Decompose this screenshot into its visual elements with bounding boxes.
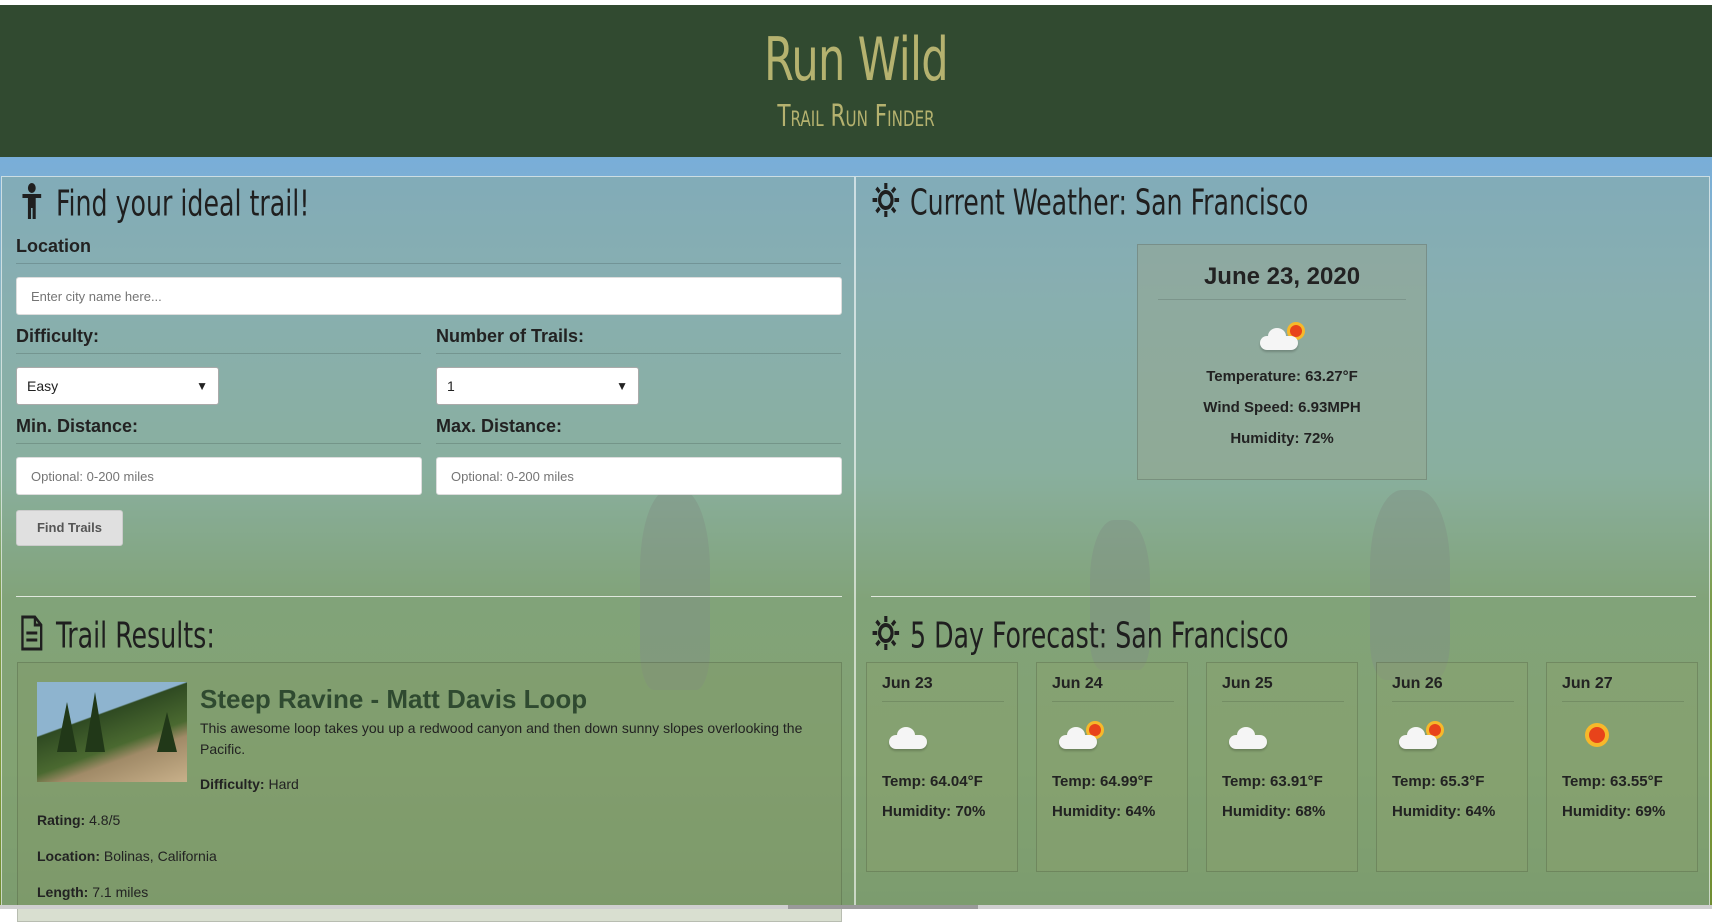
forecast-temp: Temp: 65.3°F: [1392, 773, 1485, 790]
forecast-day: Jun 25: [1222, 675, 1344, 702]
chevron-down-icon: ▼: [196, 379, 208, 393]
forecast-temp: Temp: 64.99°F: [1052, 773, 1153, 790]
forecast-humidity: Humidity: 69%: [1562, 803, 1666, 820]
weather-wind: Wind Speed: 6.93MPH: [1203, 399, 1361, 416]
trail-length: Length: 7.1 miles: [37, 884, 148, 900]
current-weather-card: June 23, 2020 Temperature: 63.27°F Wind …: [1137, 244, 1427, 480]
search-section-label: Find your ideal trail!: [56, 183, 310, 225]
scrollbar-thumb[interactable]: [788, 905, 978, 909]
site-title: Run Wild: [763, 25, 949, 95]
forecast-card: Jun 23 Temp: 64.04°F Humidity: 70%: [866, 662, 1018, 872]
partly-cloudy-icon: [1260, 322, 1304, 350]
length-key: Length:: [37, 884, 89, 900]
num-trails-value: 1: [447, 378, 455, 394]
forecast-card: Jun 26 Temp: 65.3°F Humidity: 64%: [1376, 662, 1528, 872]
partly-cloudy-icon: [1399, 721, 1443, 749]
forecast-temp: Temp: 64.04°F: [882, 773, 983, 790]
top-border: [0, 0, 1712, 5]
difficulty-select[interactable]: Easy ▼: [16, 367, 219, 405]
rating-key: Rating:: [37, 812, 86, 828]
weather-date: June 23, 2020: [1158, 263, 1406, 300]
cloud-icon: [1229, 721, 1273, 749]
location-key: Location:: [37, 848, 100, 864]
forecast-humidity: Humidity: 64%: [1052, 803, 1156, 820]
forecast-humidity: Humidity: 64%: [1392, 803, 1496, 820]
weather-section-label: Current Weather: San Francisco: [910, 182, 1309, 224]
difficulty-value: Hard: [268, 776, 299, 792]
divider: [871, 596, 1696, 597]
trail-photo: [37, 682, 187, 782]
divider: [16, 596, 842, 597]
forecast-day: Jun 24: [1052, 675, 1174, 702]
site-header: Run Wild Trail Run Finder: [0, 5, 1712, 157]
difficulty-key: Difficulty:: [200, 776, 265, 792]
chevron-down-icon: ▼: [616, 379, 628, 393]
forecast-card: Jun 24 Temp: 64.99°F Humidity: 64%: [1036, 662, 1188, 872]
forecast-day: Jun 23: [882, 675, 1004, 702]
length-value: 7.1 miles: [92, 884, 149, 900]
rating-value: 4.8/5: [89, 812, 121, 828]
forecast-card: Jun 27 Temp: 63.55°F Humidity: 69%: [1546, 662, 1698, 872]
difficulty-value: Easy: [27, 378, 59, 394]
forecast-section-label: 5 Day Forecast: San Francisco: [910, 615, 1289, 657]
forecast-temp: Temp: 63.55°F: [1562, 773, 1663, 790]
trail-rating: Rating: 4.8/5: [37, 812, 120, 828]
weather-section-title: Current Weather: San Francisco: [871, 182, 1308, 227]
location-input[interactable]: [16, 277, 842, 315]
min-distance-input[interactable]: [16, 457, 422, 495]
find-trails-button[interactable]: Find Trails: [16, 510, 123, 546]
max-distance-input[interactable]: [436, 457, 842, 495]
min-distance-label: Min. Distance:: [16, 416, 421, 444]
results-section-label: Trail Results:: [56, 615, 215, 657]
weather-humidity: Humidity: 72%: [1230, 430, 1334, 447]
child-icon: [17, 182, 47, 229]
results-section-title: Trail Results:: [17, 615, 215, 660]
file-text-icon: [17, 615, 47, 660]
forecast-temp: Temp: 63.91°F: [1222, 773, 1323, 790]
forecast-card: Jun 25 Temp: 63.91°F Humidity: 68%: [1206, 662, 1358, 872]
sun-icon: [871, 182, 901, 227]
site-subtitle: Trail Run Finder: [777, 99, 935, 134]
num-trails-select[interactable]: 1 ▼: [436, 367, 639, 405]
num-trails-label: Number of Trails:: [436, 326, 841, 354]
forecast-section-title: 5 Day Forecast: San Francisco: [871, 615, 1289, 660]
search-section-title: Find your ideal trail!: [17, 182, 309, 229]
max-distance-label: Max. Distance:: [436, 416, 841, 444]
forecast-humidity: Humidity: 70%: [882, 803, 986, 820]
cloud-icon: [889, 721, 933, 749]
sun-icon: [871, 615, 901, 660]
location-label: Location: [16, 236, 841, 264]
location-value: Bolinas, California: [103, 848, 217, 864]
trail-difficulty: Difficulty: Hard: [200, 776, 299, 792]
horizontal-scrollbar[interactable]: [0, 905, 1712, 909]
forecast-day: Jun 26: [1392, 675, 1514, 702]
weather-temperature: Temperature: 63.27°F: [1206, 368, 1358, 385]
trail-name[interactable]: Steep Ravine - Matt Davis Loop: [200, 684, 587, 715]
sun-icon: [1569, 721, 1613, 749]
forecast-humidity: Humidity: 68%: [1222, 803, 1326, 820]
trail-description: This awesome loop takes you up a redwood…: [200, 720, 803, 757]
partly-cloudy-icon: [1059, 721, 1103, 749]
forecast-day: Jun 27: [1562, 675, 1684, 702]
trail-location: Location: Bolinas, California: [37, 848, 217, 864]
difficulty-label: Difficulty:: [16, 326, 421, 354]
